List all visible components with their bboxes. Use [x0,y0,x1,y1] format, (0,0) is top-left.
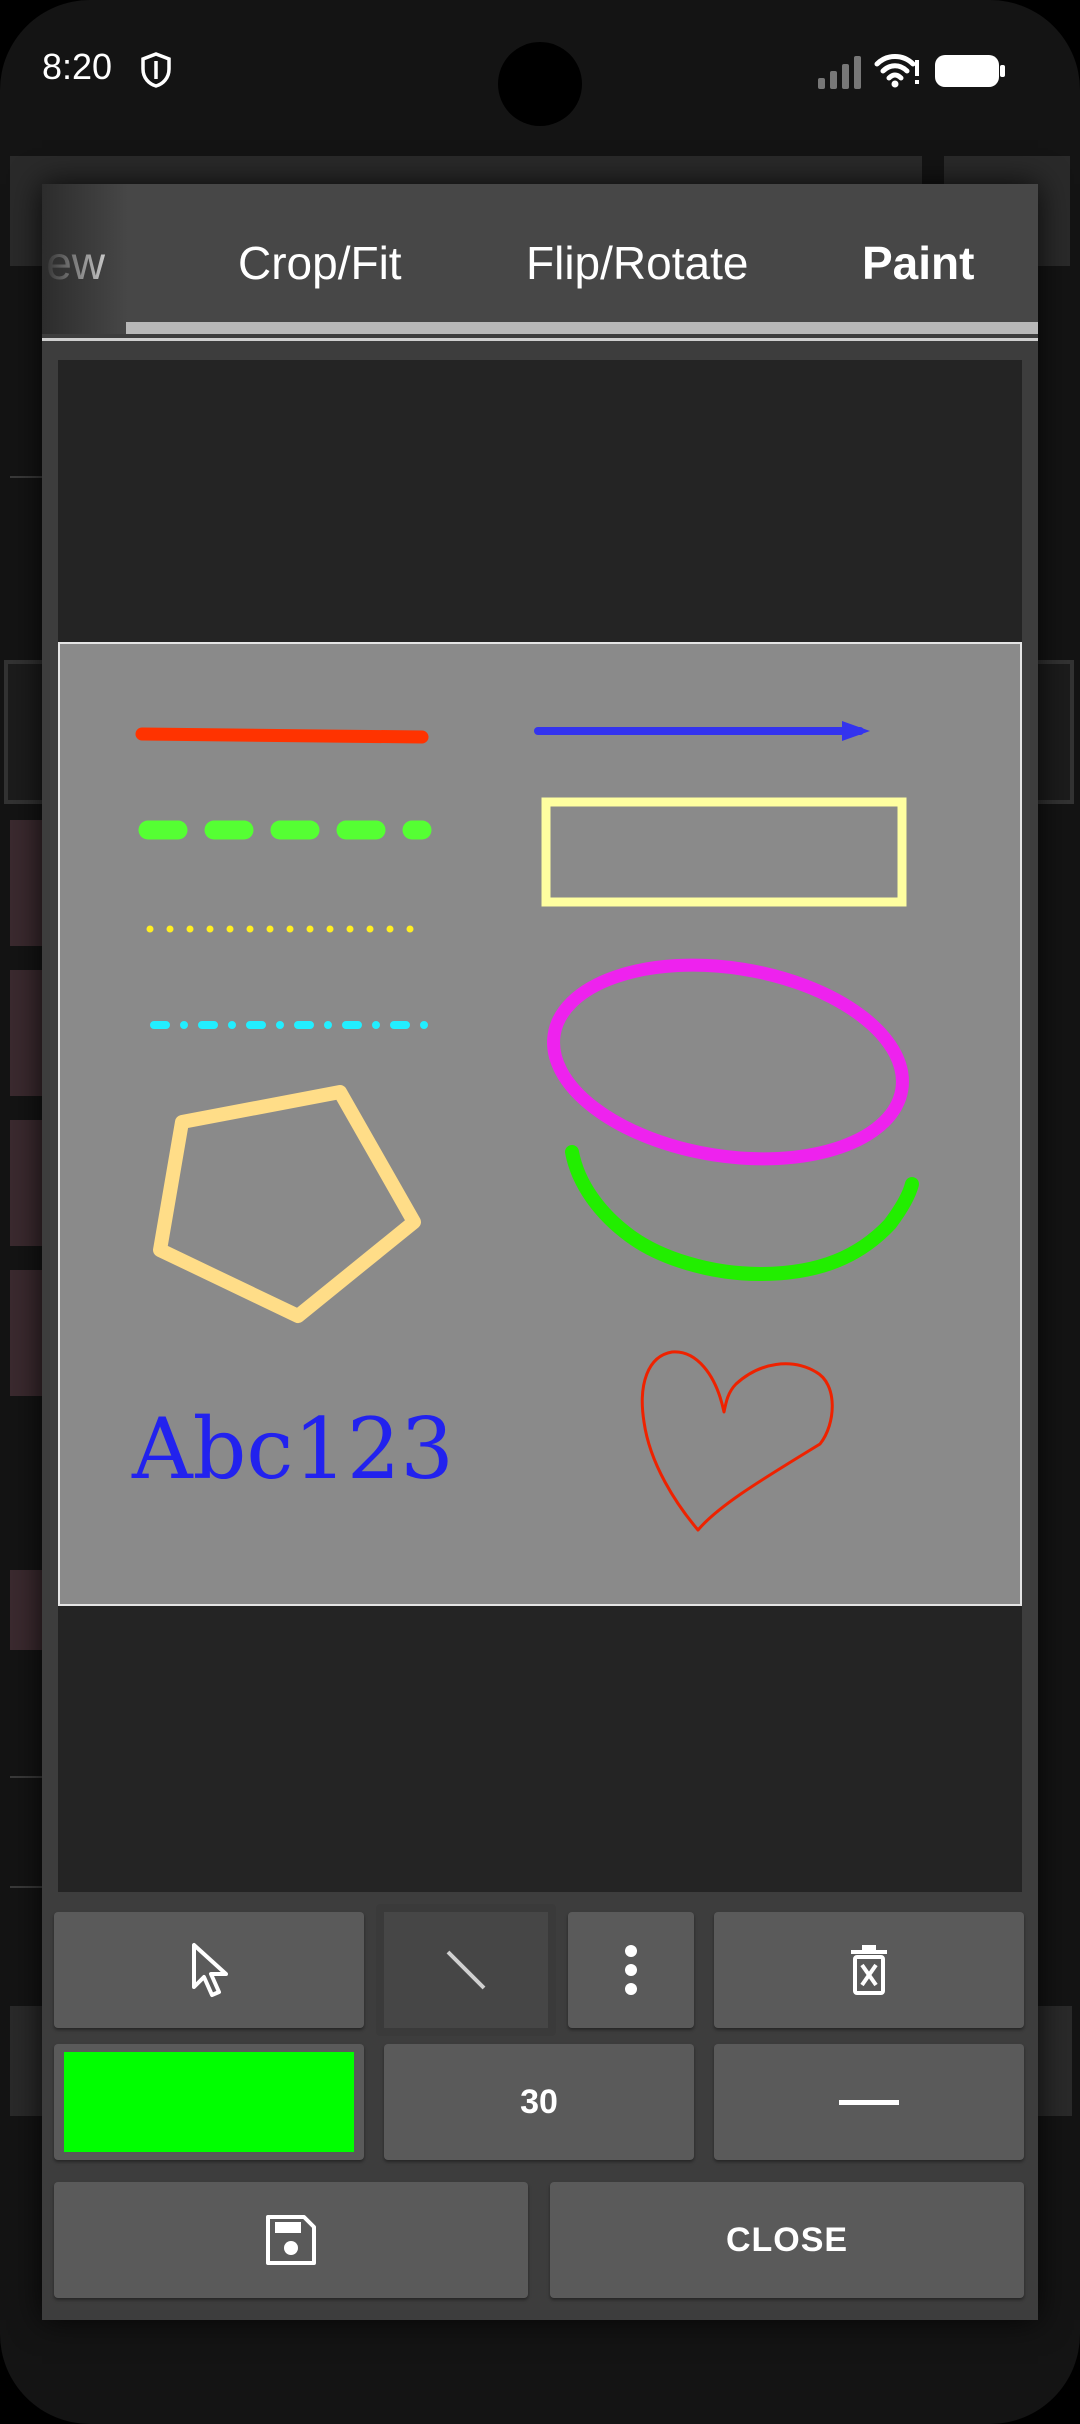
save-button[interactable] [54,2182,528,2298]
line-tool-button[interactable] [376,1904,556,2036]
line-tool-icon [446,1950,486,1990]
solid-line-icon [839,2100,899,2105]
image-frame[interactable]: Abc123 [58,642,1022,1606]
image-editor-dialog: iew Crop/Fit Flip/Rotate Paint [42,184,1038,2320]
color-swatch [64,2052,354,2152]
tab-crop-fit[interactable]: Crop/Fit [238,236,402,290]
tab-indicator [126,322,1038,334]
paint-canvas-area[interactable]: Abc123 [58,360,1022,1892]
wifi-icon [874,54,919,88]
more-vertical-icon [625,1945,637,1995]
stroke-width-button[interactable]: 30 [384,2044,694,2160]
paint-layer[interactable]: Abc123 [60,644,1020,1604]
shield-icon [141,52,171,88]
freehand-heart-shape[interactable] [640,1350,834,1532]
status-time: 8:20 [42,46,113,87]
rectangle-shape[interactable] [541,797,907,907]
close-button-label: CLOSE [725,2220,849,2259]
color-picker-button[interactable] [54,2044,364,2160]
tab-scroll-fade [42,184,128,334]
solid-line-shape[interactable] [135,727,429,744]
close-button[interactable]: CLOSE [550,2182,1024,2298]
signal-icon [818,56,861,89]
arrow-head [842,721,870,741]
text-annotation[interactable]: Abc123 [131,1400,454,1498]
pentagon-shape[interactable] [153,1085,421,1323]
select-tool-button[interactable] [54,1912,364,2028]
line-style-button[interactable] [714,2044,1024,2160]
tab-bar: iew Crop/Fit Flip/Rotate Paint [42,184,1038,334]
battery-icon [935,55,1005,87]
front-camera [498,42,582,126]
stroke-width-value: 30 [520,2082,558,2121]
tab-flip-rotate[interactable]: Flip/Rotate [526,236,748,290]
cursor-arrow-icon [192,1943,228,1997]
save-icon [266,2215,316,2265]
more-tools-button[interactable] [568,1912,694,2028]
delete-icon [851,1945,887,1995]
freehand-curve-shape[interactable] [565,1145,919,1282]
device-screen: 8:20 Crop/Fit Flip/Rotate Paint Abc123 3… [0,0,1080,2424]
tab-divider [42,338,1038,341]
ellipse-shape[interactable] [539,942,916,1183]
tab-paint[interactable]: Paint [862,236,974,290]
delete-button[interactable] [714,1912,1024,2028]
